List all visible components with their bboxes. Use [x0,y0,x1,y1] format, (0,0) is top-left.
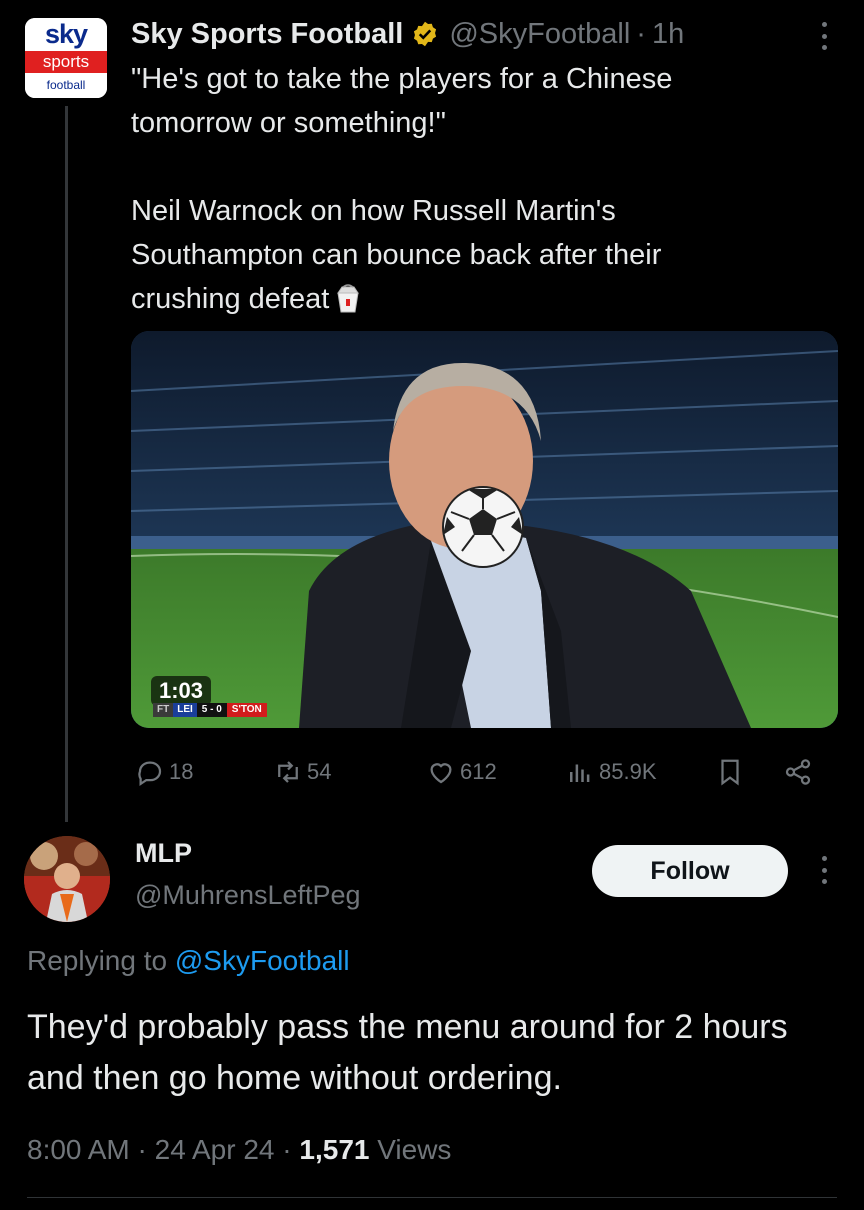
post-header: Sky Sports Football @SkyFootball · 1h [131,14,684,54]
replying-to: Replying to @SkyFootball [27,945,350,977]
views-count: 85.9K [599,759,657,784]
avatar[interactable]: sky sports football [25,18,107,98]
video-thumbnail [131,331,838,728]
author-name[interactable]: Sky Sports Football [131,18,403,51]
scorebug-status: FT [153,703,174,717]
heart-icon [430,763,452,784]
reply-views-count: 1,571 [299,1134,370,1165]
views-icon [570,764,590,782]
post-text-line: tomorrow or something!" [131,107,446,139]
post-text-line: Neil Warnock on how Russell Martin's [131,195,616,227]
author-handle[interactable]: @SkyFootball [449,18,630,51]
avatar[interactable] [24,836,110,922]
scorebug-away: S'TON [226,703,267,717]
video-duration: 1:03 [151,676,212,706]
like-button[interactable]: 612 [426,752,497,792]
share-button[interactable] [783,752,817,792]
follow-button[interactable]: Follow [592,845,788,897]
thread-line [65,106,68,822]
reply-count: 18 [169,759,194,784]
verified-badge-icon [414,21,437,47]
reply-text: They'd probably pass the menu around for… [27,1008,788,1097]
replying-mention[interactable]: @SkyFootball [175,945,350,976]
views-button[interactable]: 85.9K [565,752,657,792]
scorebug: FT LEI 5 - 0 S'TON [153,703,267,717]
repost-icon [278,761,298,783]
scorebug-home: LEI [173,703,197,717]
reply-meta: 8:00 AM · 24 Apr 24 · 1,571 Views [27,1134,451,1166]
separator: · [137,1134,147,1165]
more-icon[interactable] [820,856,828,884]
post-time[interactable]: 1h [652,18,684,51]
separator: · [282,1134,292,1165]
post-text-line: crushing defeat [131,277,831,321]
bookmark-button[interactable] [715,752,749,792]
logo-sports-text: sports [25,51,107,73]
like-count: 612 [460,759,497,784]
post-text-end: crushing defeat [131,283,330,315]
takeout-box-icon [337,284,360,313]
repost-count: 54 [307,759,332,784]
action-bar: 18 54 612 85.9K [135,752,825,792]
reply-icon [138,761,162,786]
separator: · [636,17,646,50]
scorebug-score: 5 - 0 [196,703,227,717]
post-text-line: "He's got to take the players for a Chin… [131,63,673,95]
post-text: "He's got to take the players for a Chin… [131,57,831,321]
more-icon[interactable] [820,22,828,50]
video-player[interactable]: 1:03 FT LEI 5 - 0 S'TON [131,331,838,728]
repost-button[interactable]: 54 [273,752,331,792]
post-text-line: Southampton can bounce back after their [131,239,662,271]
bookmark-icon [721,759,739,786]
reply-views-label: Views [377,1134,452,1165]
reply-author-handle[interactable]: @MuhrensLeftPeg [135,880,361,911]
reply-author-name[interactable]: MLP [135,838,192,869]
reply-date[interactable]: 24 Apr 24 [155,1134,275,1165]
share-icon [785,759,811,785]
divider [27,1197,837,1198]
avatar-image [24,836,110,922]
reply-time[interactable]: 8:00 AM [27,1134,130,1165]
logo-sky-text: sky [25,18,107,51]
reply-button[interactable]: 18 [135,752,193,792]
replying-prefix: Replying to [27,945,168,976]
logo-football-text: football [25,73,107,98]
